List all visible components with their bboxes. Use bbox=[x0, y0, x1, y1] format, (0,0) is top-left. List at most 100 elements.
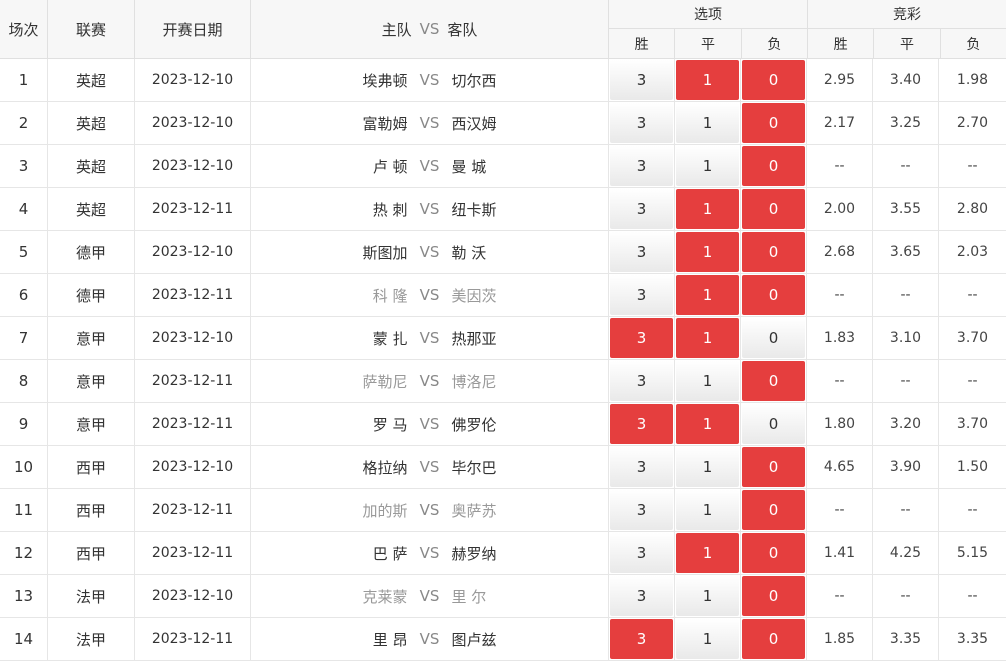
vs-label: VS bbox=[419, 587, 440, 605]
pick-cell: 3 bbox=[609, 618, 675, 660]
odds-draw: -- bbox=[873, 575, 939, 617]
league-name: 西甲 bbox=[48, 446, 135, 488]
pick-draw-button[interactable]: 1 bbox=[676, 533, 739, 573]
pick-win-button[interactable]: 3 bbox=[610, 576, 673, 616]
pick-win-button[interactable]: 3 bbox=[610, 404, 673, 444]
table-row: 14 法甲 2023-12-11 里 昂 VS 图卢兹 3 1 0 1.85 3.35 3.35 bbox=[0, 618, 1006, 661]
pick-lose-button[interactable]: 0 bbox=[742, 318, 805, 358]
vs-label: VS bbox=[419, 243, 440, 261]
pick-cell: 0 bbox=[741, 618, 807, 660]
header-league: 联赛 bbox=[48, 0, 135, 58]
pick-win-button[interactable]: 3 bbox=[610, 318, 673, 358]
pick-lose-button[interactable]: 0 bbox=[742, 619, 805, 659]
match-no: 8 bbox=[0, 360, 48, 402]
pick-draw-button[interactable]: 1 bbox=[676, 490, 739, 530]
match-no: 14 bbox=[0, 618, 48, 660]
pick-win-button[interactable]: 3 bbox=[610, 103, 673, 143]
match-teams: 巴 萨 VS 赫罗纳 bbox=[251, 532, 609, 574]
table-row: 3 英超 2023-12-10 卢 顿 VS 曼 城 3 1 0 -- -- -- bbox=[0, 145, 1006, 188]
pick-win-button[interactable]: 3 bbox=[610, 232, 673, 272]
odds-win: 2.95 bbox=[807, 59, 873, 101]
match-no: 11 bbox=[0, 489, 48, 531]
league-name: 英超 bbox=[48, 145, 135, 187]
table-row: 2 英超 2023-12-10 富勒姆 VS 西汉姆 3 1 0 2.17 3.25 2.70 bbox=[0, 102, 1006, 145]
pick-draw-button[interactable]: 1 bbox=[676, 576, 739, 616]
pick-draw-button[interactable]: 1 bbox=[676, 232, 739, 272]
pick-win-button[interactable]: 3 bbox=[610, 619, 673, 659]
table-row: 1 英超 2023-12-10 埃弗顿 VS 切尔西 3 1 0 2.95 3.40 1.98 bbox=[0, 59, 1006, 102]
league-name: 英超 bbox=[48, 59, 135, 101]
vs-label: VS bbox=[419, 114, 440, 132]
table-row: 13 法甲 2023-12-10 克莱蒙 VS 里 尔 3 1 0 -- -- -- bbox=[0, 575, 1006, 618]
home-team: 富勒姆 bbox=[362, 114, 408, 133]
home-team: 加的斯 bbox=[362, 501, 408, 520]
odds-lose: 2.03 bbox=[956, 244, 989, 260]
odds-win: 2.68 bbox=[807, 231, 873, 273]
match-no: 10 bbox=[0, 446, 48, 488]
pick-cell: 1 bbox=[675, 231, 741, 273]
pick-draw-button[interactable]: 1 bbox=[676, 619, 739, 659]
table-row: 5 德甲 2023-12-10 斯图加 VS 勒 沃 3 1 0 2.68 3.65 2.03 bbox=[0, 231, 1006, 274]
pick-lose-button[interactable]: 0 bbox=[742, 361, 805, 401]
pick-draw-button[interactable]: 1 bbox=[676, 103, 739, 143]
pick-draw-button[interactable]: 1 bbox=[676, 404, 739, 444]
table-row: 12 西甲 2023-12-11 巴 萨 VS 赫罗纳 3 1 0 1.41 4.25 5.15 bbox=[0, 532, 1006, 575]
pick-win-button[interactable]: 3 bbox=[610, 275, 673, 315]
pick-lose-button[interactable]: 0 bbox=[742, 404, 805, 444]
pick-win-button[interactable]: 3 bbox=[610, 189, 673, 229]
pick-draw-button[interactable]: 1 bbox=[676, 318, 739, 358]
pick-lose-button[interactable]: 0 bbox=[742, 490, 805, 530]
pick-draw-button[interactable]: 1 bbox=[676, 146, 739, 186]
table-row: 8 意甲 2023-12-11 萨勒尼 VS 博洛尼 3 1 0 -- -- -- bbox=[0, 360, 1006, 403]
pick-cell: 3 bbox=[609, 446, 675, 488]
league-name: 法甲 bbox=[48, 575, 135, 617]
pick-draw-button[interactable]: 1 bbox=[676, 361, 739, 401]
odds-win: 4.65 bbox=[807, 446, 873, 488]
league-name: 德甲 bbox=[48, 231, 135, 273]
odds-lose: 5.15 bbox=[956, 545, 989, 561]
pick-draw-button[interactable]: 1 bbox=[676, 189, 739, 229]
header-home: 主队 bbox=[381, 20, 412, 39]
away-team: 佛罗伦 bbox=[451, 415, 497, 434]
pick-win-button[interactable]: 3 bbox=[610, 361, 673, 401]
table-row: 6 德甲 2023-12-11 科 隆 VS 美因茨 3 1 0 -- -- -- bbox=[0, 274, 1006, 317]
league-name: 意甲 bbox=[48, 403, 135, 445]
pick-lose-button[interactable]: 0 bbox=[742, 576, 805, 616]
vs-label: VS bbox=[419, 329, 440, 347]
odds-lose: -- bbox=[967, 588, 978, 604]
pick-win-button[interactable]: 3 bbox=[610, 533, 673, 573]
pick-draw-button[interactable]: 1 bbox=[676, 60, 739, 100]
home-team: 克莱蒙 bbox=[362, 587, 408, 606]
table-row: 11 西甲 2023-12-11 加的斯 VS 奥萨苏 3 1 0 -- -- -- bbox=[0, 489, 1006, 532]
match-date: 2023-12-10 bbox=[135, 145, 251, 187]
away-team: 奥萨苏 bbox=[451, 501, 497, 520]
pick-lose-button[interactable]: 0 bbox=[742, 60, 805, 100]
match-teams: 热 刺 VS 纽卡斯 bbox=[251, 188, 609, 230]
table-header: 场次 联赛 开赛日期 主队 VS 客队 选项 胜 平 负 竞彩 胜 平 负 bbox=[0, 0, 1006, 59]
pick-win-button[interactable]: 3 bbox=[610, 447, 673, 487]
pick-win-button[interactable]: 3 bbox=[610, 490, 673, 530]
pick-cell: 0 bbox=[741, 446, 807, 488]
pick-draw-button[interactable]: 1 bbox=[676, 275, 739, 315]
pick-lose-button[interactable]: 0 bbox=[742, 232, 805, 272]
pick-lose-button[interactable]: 0 bbox=[742, 447, 805, 487]
table-row: 7 意甲 2023-12-10 蒙 扎 VS 热那亚 3 1 0 1.83 3.10 3.70 bbox=[0, 317, 1006, 360]
table-body: 1 英超 2023-12-10 埃弗顿 VS 切尔西 3 1 0 2.95 3.40 1.98 2 英超 2… bbox=[0, 59, 1006, 661]
pick-draw-button[interactable]: 1 bbox=[676, 447, 739, 487]
match-no: 12 bbox=[0, 532, 48, 574]
pick-cell: 3 bbox=[609, 403, 675, 445]
pick-lose-button[interactable]: 0 bbox=[742, 103, 805, 143]
pick-lose-button[interactable]: 0 bbox=[742, 146, 805, 186]
pick-win-button[interactable]: 3 bbox=[610, 146, 673, 186]
pick-lose-button[interactable]: 0 bbox=[742, 275, 805, 315]
away-team: 切尔西 bbox=[451, 71, 497, 90]
pick-lose-button[interactable]: 0 bbox=[742, 533, 805, 573]
odds-lose: 3.35 bbox=[956, 631, 989, 647]
pick-lose-button[interactable]: 0 bbox=[742, 189, 805, 229]
header-options-lose: 负 bbox=[767, 36, 782, 53]
match-teams: 富勒姆 VS 西汉姆 bbox=[251, 102, 609, 144]
away-team: 热那亚 bbox=[451, 329, 497, 348]
match-no: 1 bbox=[0, 59, 48, 101]
pick-win-button[interactable]: 3 bbox=[610, 60, 673, 100]
odds-lose: 3.70 bbox=[956, 330, 989, 346]
